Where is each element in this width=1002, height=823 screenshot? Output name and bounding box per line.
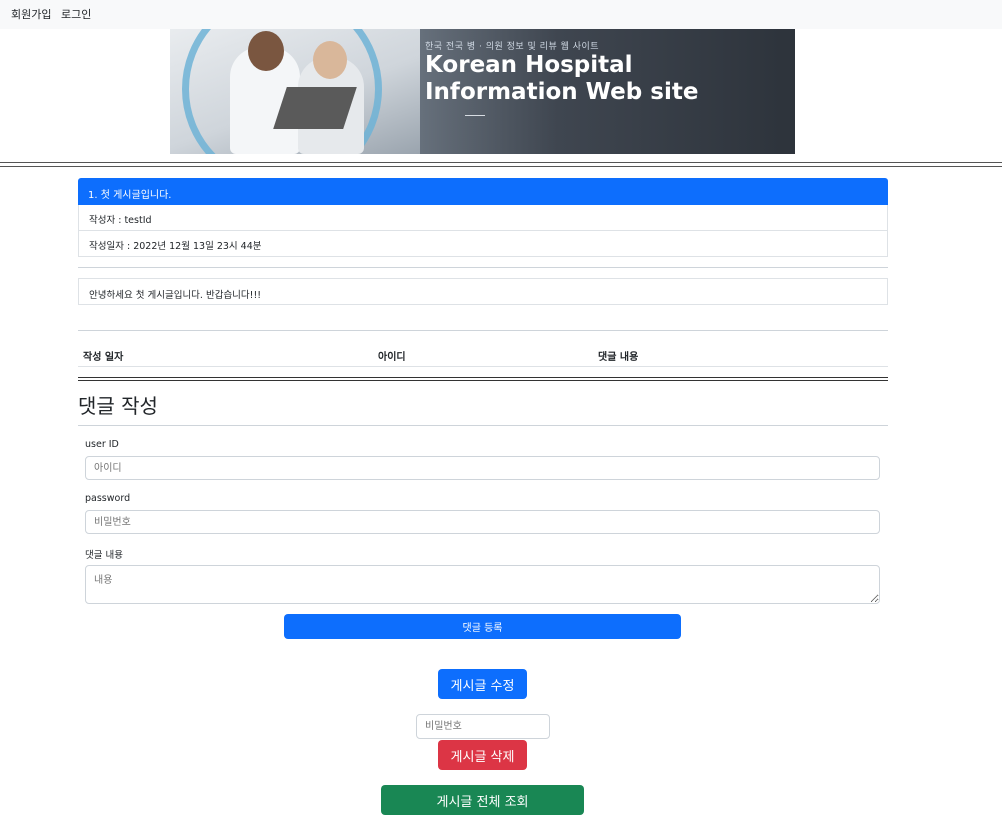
top-navbar: 회원가입 로그인 [0, 0, 1002, 29]
post-author: 작성자 : testId [78, 205, 888, 231]
divider [78, 330, 888, 331]
comment-content-input[interactable] [85, 565, 880, 604]
divider [78, 425, 888, 426]
comment-form-heading: 댓글 작성 [78, 394, 158, 418]
delete-password-input[interactable] [416, 714, 550, 739]
banner-photo [170, 29, 420, 154]
signup-link[interactable]: 회원가입 [11, 6, 51, 22]
edit-post-button[interactable]: 게시글 수정 [438, 669, 527, 699]
divider [78, 377, 888, 381]
col-date: 작성 일자 [83, 352, 124, 363]
site-banner: 한국 전국 병 · 의원 정보 및 리뷰 웹 사이트 Korean Hospit… [170, 29, 795, 154]
post-date: 작성일자 : 2022년 12월 13일 23시 44분 [78, 231, 888, 257]
login-link[interactable]: 로그인 [61, 6, 91, 22]
userid-label: user ID [85, 439, 119, 450]
delete-post-button[interactable]: 게시글 삭제 [438, 740, 527, 770]
password-label: password [85, 493, 131, 504]
comments-table-header: 작성 일자 아이디 댓글 내용 [78, 340, 888, 367]
header-divider [0, 162, 1002, 167]
post-title: 1. 첫 게시글입니다. [78, 178, 888, 205]
post-content: 안녕하세요 첫 게시글입니다. 반갑습니다!!! [78, 278, 888, 305]
password-input[interactable] [85, 510, 880, 534]
col-id: 아이디 [378, 352, 406, 363]
view-all-posts-button[interactable]: 게시글 전체 조회 [381, 785, 584, 815]
col-content: 댓글 내용 [598, 352, 639, 363]
banner-title: Korean Hospital Information Web site [425, 52, 699, 105]
comment-submit-button[interactable]: 댓글 등록 [284, 614, 681, 639]
userid-input[interactable] [85, 456, 880, 480]
banner-subtitle: 한국 전국 병 · 의원 정보 및 리뷰 웹 사이트 [425, 42, 600, 52]
divider [78, 267, 888, 268]
comment-content-label: 댓글 내용 [85, 550, 123, 561]
